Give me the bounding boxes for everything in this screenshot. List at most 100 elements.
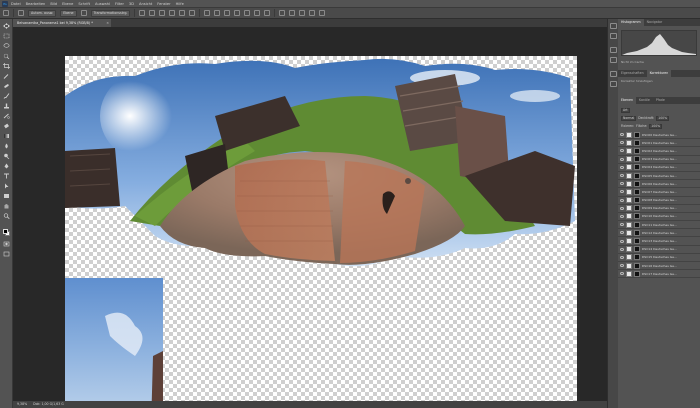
eye-icon[interactable] <box>620 247 624 251</box>
3d-rotate-icon[interactable] <box>279 10 286 16</box>
layer-mask-thumbnail[interactable] <box>634 197 640 204</box>
layer-mask-thumbnail[interactable] <box>634 131 640 138</box>
quick-mask-icon[interactable] <box>3 241 10 247</box>
tab-navigator[interactable]: Navigator <box>644 19 666 26</box>
layer-row[interactable]: DSC17 Deutsches Ge... <box>618 270 700 279</box>
layer-row[interactable]: DSC11 Deutsches Ge... <box>618 221 700 230</box>
checkbox-icon[interactable] <box>18 10 24 16</box>
crop-tool-icon[interactable] <box>3 63 10 69</box>
layer-mask-thumbnail[interactable] <box>634 172 640 179</box>
layer-mask-thumbnail[interactable] <box>634 156 640 163</box>
blur-tool-icon[interactable] <box>3 143 10 149</box>
align-right-icon[interactable] <box>159 10 166 16</box>
menu-fenster[interactable]: Fenster <box>157 2 170 6</box>
layer-row[interactable]: DSC13 Deutsches Ge... <box>618 237 700 246</box>
dodge-tool-icon[interactable] <box>3 153 10 159</box>
layer-row[interactable]: DSC12 Deutsches Ge... <box>618 229 700 238</box>
fill-input[interactable]: 100% <box>649 123 663 129</box>
align-bottom-icon[interactable] <box>189 10 196 16</box>
tab-paths[interactable]: Pfade <box>653 97 668 104</box>
align-top-icon[interactable] <box>169 10 176 16</box>
eye-icon[interactable] <box>620 206 624 210</box>
eye-icon[interactable] <box>620 133 624 137</box>
layer-kind-filter[interactable]: Art <box>621 107 630 113</box>
clone-stamp-tool-icon[interactable] <box>3 103 10 109</box>
paragraph-panel-icon[interactable] <box>610 81 617 87</box>
eye-icon[interactable] <box>620 231 624 235</box>
layer-mask-thumbnail[interactable] <box>634 262 640 269</box>
layer-row[interactable]: DSC02 Deutsches Ge... <box>618 147 700 156</box>
layer-mask-thumbnail[interactable] <box>634 180 640 187</box>
tab-properties[interactable]: Eigenschaften <box>618 70 647 77</box>
lasso-tool-icon[interactable] <box>3 43 10 49</box>
eraser-tool-icon[interactable] <box>3 123 10 129</box>
menu-datei[interactable]: Datei <box>11 2 21 6</box>
menu-3d[interactable]: 3D <box>129 2 134 6</box>
eyedropper-tool-icon[interactable] <box>3 73 10 79</box>
document-canvas[interactable] <box>65 56 577 408</box>
eye-icon[interactable] <box>620 174 624 178</box>
layer-row[interactable]: DSC09 Deutsches Ge... <box>618 205 700 213</box>
tab-histogram[interactable]: Histogramm <box>618 19 644 26</box>
align-left-icon[interactable] <box>139 10 146 16</box>
blend-mode-select[interactable]: Normal <box>621 115 637 121</box>
canvas-area[interactable] <box>13 27 607 408</box>
hand-tool-icon[interactable] <box>3 203 10 209</box>
zoom-tool-icon[interactable] <box>3 213 10 219</box>
gradient-tool-icon[interactable] <box>3 133 10 139</box>
menu-ansicht[interactable]: Ansicht <box>139 2 152 6</box>
menu-bearbeiten[interactable]: Bearbeiten <box>26 2 46 6</box>
opacity-input[interactable]: 100% <box>656 115 670 121</box>
eye-icon[interactable] <box>620 239 624 243</box>
move-tool-icon[interactable] <box>3 10 9 16</box>
move-tool-icon[interactable] <box>3 23 10 29</box>
auto-align-icon[interactable] <box>264 10 271 16</box>
layer-mask-thumbnail[interactable] <box>634 270 640 277</box>
layer-mask-thumbnail[interactable] <box>634 139 640 146</box>
layer-select-dropdown[interactable]: Ebene <box>60 9 77 17</box>
distribute-bottom-icon[interactable] <box>224 10 231 16</box>
layer-row[interactable]: DSC01 Deutsches Ge... <box>618 139 700 148</box>
3d-scale-icon[interactable] <box>319 10 326 16</box>
distribute-left-icon[interactable] <box>234 10 241 16</box>
layer-mask-thumbnail[interactable] <box>634 238 640 245</box>
eye-icon[interactable] <box>620 214 624 218</box>
menu-filter[interactable]: Filter <box>115 2 124 6</box>
quick-select-tool-icon[interactable] <box>3 53 10 59</box>
eye-icon[interactable] <box>620 149 624 153</box>
distribute-center-icon[interactable] <box>244 10 251 16</box>
document-tab[interactable]: Belvanamika_Panorama1 bei 9,38% (RGB/8) … <box>13 19 111 27</box>
distribute-top-icon[interactable] <box>204 10 211 16</box>
eye-icon[interactable] <box>620 198 624 202</box>
3d-drag-icon[interactable] <box>299 10 306 16</box>
align-center-icon[interactable] <box>149 10 156 16</box>
marquee-tool-icon[interactable] <box>3 33 10 39</box>
layer-row[interactable]: DSC03 Deutsches Ge... <box>618 156 700 164</box>
actions-panel-icon[interactable] <box>610 33 617 39</box>
align-middle-icon[interactable] <box>179 10 186 16</box>
swatches-panel-icon[interactable] <box>610 47 617 53</box>
layer-row[interactable]: DSC10 Deutsches Ge... <box>618 213 700 222</box>
eye-icon[interactable] <box>620 141 624 145</box>
distribute-right-icon[interactable] <box>254 10 261 16</box>
history-brush-tool-icon[interactable] <box>3 113 10 119</box>
layer-mask-thumbnail[interactable] <box>634 205 640 212</box>
layer-row[interactable]: DSC04 Deutsches Ge... <box>618 164 700 172</box>
menu-auswahl[interactable]: Auswahl <box>95 2 110 6</box>
layer-row[interactable]: DSC00 Deutsches Ge... <box>618 131 700 140</box>
zoom-level[interactable]: 9,38% <box>17 401 27 408</box>
checkbox-icon[interactable] <box>80 10 87 16</box>
layer-mask-thumbnail[interactable] <box>634 164 640 171</box>
screen-mode-icon[interactable] <box>3 251 10 257</box>
layer-row[interactable]: DSC06 Deutsches Ge... <box>618 180 700 189</box>
layer-mask-thumbnail[interactable] <box>634 147 640 154</box>
layer-row[interactable]: DSC05 Deutsches Ge... <box>618 172 700 181</box>
eye-icon[interactable] <box>620 157 624 161</box>
layer-mask-thumbnail[interactable] <box>634 213 640 220</box>
layer-row[interactable]: DSC07 Deutsches Ge... <box>618 188 700 197</box>
eye-icon[interactable] <box>620 272 624 276</box>
eye-icon[interactable] <box>620 255 624 259</box>
menu-hilfe[interactable]: Hilfe <box>176 2 184 6</box>
eye-icon[interactable] <box>620 182 624 186</box>
menu-bild[interactable]: Bild <box>50 2 57 6</box>
